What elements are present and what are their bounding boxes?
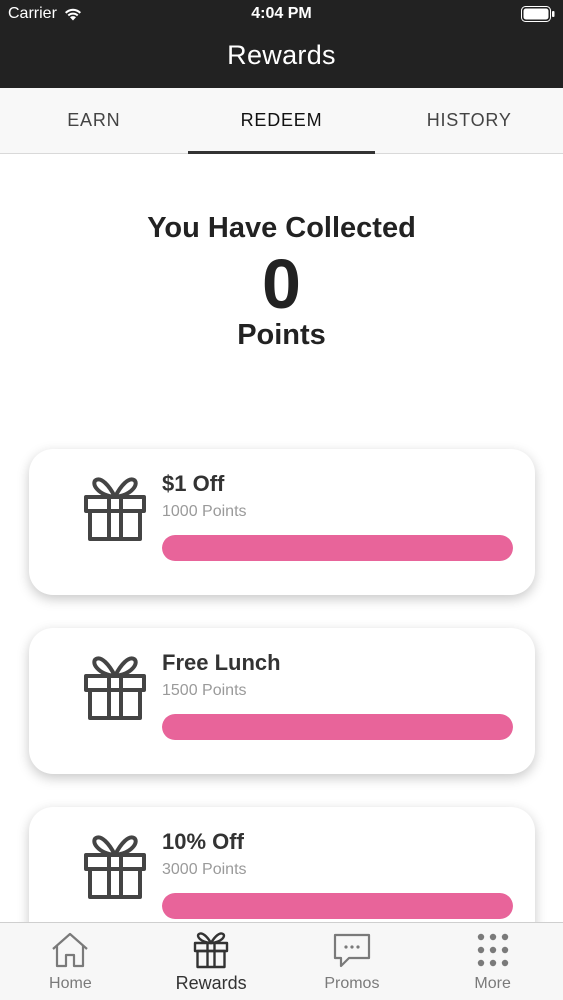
points-value: 0 <box>262 245 301 323</box>
tabbar-label: Promos <box>324 975 380 992</box>
tab-redeem[interactable]: REDEEM <box>187 88 376 154</box>
reward-progress-fill <box>162 893 513 919</box>
status-time: 4:04 PM <box>251 5 312 22</box>
tabbar-label: Home <box>49 975 92 992</box>
reward-progress-bar <box>162 893 513 919</box>
reward-name: 10% Off <box>162 829 244 854</box>
reward-card[interactable]: Free Lunch 1500 Points <box>29 628 535 774</box>
summary-title: You Have Collected <box>147 212 416 244</box>
reward-progress-fill <box>162 714 513 740</box>
tab-earn[interactable]: EARN <box>0 88 188 153</box>
bottom-tab-bar: Home Rewards Promos More <box>0 922 563 1000</box>
points-summary: You Have Collected 0 Points <box>0 212 563 352</box>
reward-points: 1000 Points <box>162 503 247 520</box>
reward-name: Free Lunch <box>162 650 281 675</box>
tab-history[interactable]: HISTORY <box>375 88 563 153</box>
reward-card[interactable]: $1 Off 1000 Points <box>29 449 535 595</box>
reward-progress-bar <box>162 714 513 740</box>
reward-points: 1500 Points <box>162 682 247 699</box>
reward-progress-bar <box>162 535 513 561</box>
tabbar-rewards[interactable]: Rewards <box>141 923 282 1000</box>
grid-dots-icon <box>477 933 508 967</box>
gift-icon <box>84 656 146 720</box>
battery-icon <box>521 6 555 22</box>
rewards-tabs: EARN REDEEM HISTORY <box>0 88 563 154</box>
home-icon <box>52 932 89 968</box>
tabbar-label: Rewards <box>175 973 247 993</box>
page-title: Rewards <box>227 40 336 70</box>
points-unit: Points <box>237 319 326 351</box>
tabbar-more[interactable]: More <box>422 923 563 1000</box>
gift-icon <box>84 477 146 541</box>
status-bar: Carrier 4:04 PM <box>0 0 563 30</box>
header: Carrier 4:04 PM Rewards <box>0 0 563 88</box>
reward-name: $1 Off <box>162 471 225 496</box>
reward-progress-fill <box>162 535 513 561</box>
tabbar-promos[interactable]: Promos <box>282 923 423 1000</box>
tabbar-home[interactable]: Home <box>0 923 141 1000</box>
chat-bubble-icon <box>333 933 370 968</box>
gift-icon <box>84 835 146 899</box>
gift-icon <box>193 932 229 969</box>
tabbar-label: More <box>474 975 511 992</box>
reward-points: 3000 Points <box>162 861 247 878</box>
